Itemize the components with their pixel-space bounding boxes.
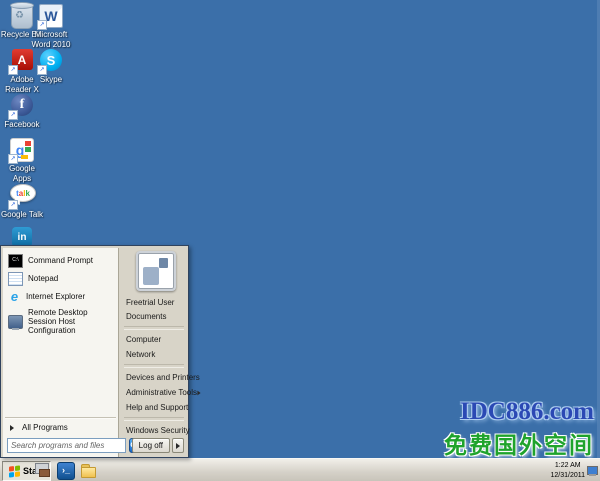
system-tray: 1:22 AM 12/31/2011 (550, 460, 598, 481)
powershell-icon[interactable]: ›_ (57, 462, 75, 480)
server-manager-icon[interactable] (34, 462, 50, 478)
watermark-chinese-text: 免费国外空间 (444, 426, 594, 460)
menu-item-remote-desktop-config[interactable]: Remote Desktop Session Host Configuratio… (3, 306, 118, 338)
desktop-icon-label: Facebook (0, 120, 44, 130)
notepad-icon (8, 272, 23, 286)
search-row (3, 436, 118, 457)
windows-flag-icon (9, 465, 20, 477)
desktop-icon-facebook[interactable]: f ↗ Facebook (0, 94, 44, 130)
shortcut-arrow-icon: ↗ (37, 65, 47, 75)
start-menu: C:\ Command Prompt Notepad e Internet Ex… (0, 245, 189, 458)
menu-separator (124, 326, 184, 330)
desktop-icon-google-talk[interactable]: talk ↗ Google Talk (0, 182, 44, 220)
desktop-icon-word[interactable]: W ↗ Microsoft Word 2010 (29, 4, 73, 49)
logoff-arrow-icon (176, 443, 180, 449)
all-programs-item[interactable]: All Programs (3, 419, 118, 436)
desktop-icon-label: Microsoft Word 2010 (29, 30, 73, 49)
user-avatar[interactable] (136, 251, 176, 291)
network-tray-icon[interactable] (587, 466, 598, 476)
desktop-icon-label: Skype (29, 75, 73, 85)
submenu-arrow-icon (197, 390, 200, 395)
shortcut-arrow-icon: ↗ (8, 200, 18, 210)
menu-item-documents[interactable]: Documents (120, 309, 188, 324)
start-menu-left-panel: C:\ Command Prompt Notepad e Internet Ex… (3, 248, 119, 457)
search-input[interactable] (7, 438, 126, 453)
clock-time: 1:22 AM (550, 461, 585, 470)
expand-arrow-icon (10, 425, 14, 431)
windows-explorer-icon[interactable] (80, 462, 96, 478)
desktop: Recycle Bin W ↗ Microsoft Word 2010 A ↗ … (0, 0, 600, 481)
menu-item-administrative-tools[interactable]: Administrative Tools (120, 385, 188, 400)
menu-item-computer[interactable]: Computer (120, 332, 188, 347)
remote-desktop-icon (8, 315, 23, 329)
log-off-button[interactable]: Log off (132, 438, 170, 453)
command-prompt-icon: C:\ (8, 254, 23, 268)
shortcut-arrow-icon: ↗ (8, 154, 18, 164)
start-menu-right-panel: Freetrial User Documents Computer Networ… (120, 248, 188, 442)
desktop-icon-label: Google Talk (0, 210, 44, 220)
desktop-icon-skype[interactable]: S ↗ Skype (29, 49, 73, 85)
watermark-site-text: IDC886.com (460, 398, 594, 426)
log-off-options-button[interactable] (172, 438, 184, 453)
internet-explorer-icon: e (8, 291, 21, 303)
menu-item-internet-explorer[interactable]: e Internet Explorer (3, 288, 118, 306)
desktop-icon-label: Google Apps (0, 164, 44, 183)
shortcut-arrow-icon: ↗ (8, 65, 18, 75)
desktop-icon-google-apps[interactable]: g ↗ Google Apps (0, 138, 44, 183)
menu-separator (124, 417, 184, 421)
menu-separator (124, 364, 184, 368)
taskbar: Start ›_ 1:22 AM 12/31/2011 (0, 458, 600, 481)
menu-item-devices-and-printers[interactable]: Devices and Printers (120, 370, 188, 385)
taskbar-clock[interactable]: 1:22 AM 12/31/2011 (550, 461, 585, 479)
user-name[interactable]: Freetrial User (120, 295, 188, 309)
menu-item-help-and-support[interactable]: Help and Support (120, 400, 188, 415)
logoff-row: Log off (132, 438, 184, 453)
linkedin-icon: in (12, 227, 32, 247)
menu-item-network[interactable]: Network (120, 347, 188, 362)
menu-item-windows-security[interactable]: Windows Security (120, 423, 188, 438)
shortcut-arrow-icon: ↗ (8, 110, 18, 120)
clock-date: 12/31/2011 (550, 471, 585, 480)
menu-item-command-prompt[interactable]: C:\ Command Prompt (3, 252, 118, 270)
shortcut-arrow-icon: ↗ (37, 20, 47, 30)
menu-item-notepad[interactable]: Notepad (3, 270, 118, 288)
